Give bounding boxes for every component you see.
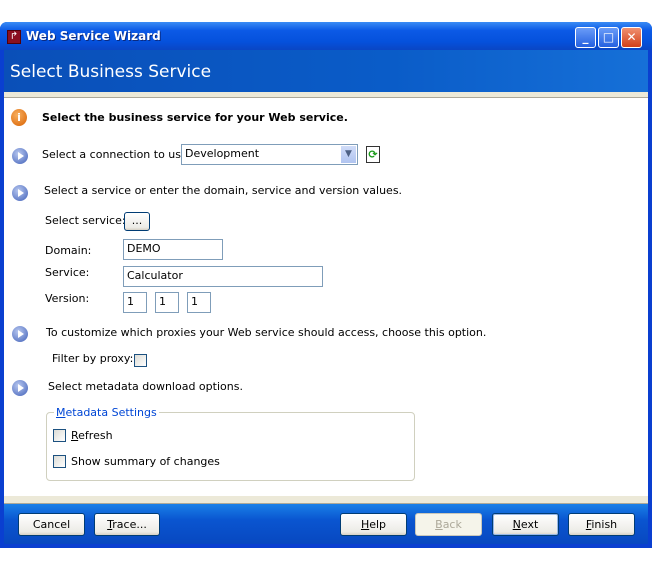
intro-text: Select the business service for your Web… [42,111,348,124]
maximize-button[interactable]: □ [598,27,619,48]
wizard-content: Select Business Service i Select the bus… [4,50,648,544]
metadata-settings-group [46,412,415,481]
show-summary-checkbox[interactable] [53,455,66,468]
divider [4,92,648,98]
domain-label: Domain: [45,244,92,257]
service-input[interactable]: Calculator [123,266,323,287]
version-patch-input[interactable]: 1 [187,292,211,313]
close-button[interactable]: ✕ [621,27,642,48]
next-button[interactable]: Next [492,513,559,536]
step-arrow-icon [12,326,28,342]
metadata-group-label: Metadata Settings [54,406,159,419]
cancel-button[interactable]: Cancel [18,513,85,536]
step-arrow-icon [12,380,28,396]
minimize-button[interactable]: _ [575,27,596,48]
metadata-section-label: Select metadata download options. [48,380,243,393]
version-major-input[interactable]: 1 [123,292,147,313]
connection-select[interactable]: Development ▼ [181,144,358,165]
connection-label: Select a connection to use. [42,148,192,161]
refresh-connection-icon[interactable]: ⟳ [366,146,380,163]
connection-value: Development [185,147,260,160]
step-arrow-icon [12,148,28,164]
app-icon: ↱ [7,30,21,44]
chevron-down-icon[interactable]: ▼ [341,146,356,163]
maximize-icon: □ [602,30,615,44]
service-section-label: Select a service or enter the domain, se… [44,184,403,197]
minimize-icon: _ [582,30,589,44]
back-button[interactable]: Back [415,513,482,536]
title-bar[interactable]: ↱ Web Service Wizard _ □ ✕ [0,22,652,50]
finish-button[interactable]: Finish [568,513,635,536]
page-title: Select Business Service [10,62,212,82]
version-label: Version: [45,292,90,305]
refresh-checkbox[interactable] [53,429,66,442]
filter-proxy-label: Filter by proxy: [52,352,134,365]
window-title: Web Service Wizard [26,29,161,43]
domain-input[interactable]: DEMO [123,239,223,260]
proxy-section-label: To customize which proxies your Web serv… [46,326,487,339]
select-service-label: Select service: [45,214,126,227]
trace-button[interactable]: Trace... [94,513,160,536]
refresh-label[interactable]: Refresh [71,429,113,442]
step-arrow-icon [12,185,28,201]
wizard-window: ↱ Web Service Wizard _ □ ✕ Select Busine… [0,22,652,548]
filter-proxy-checkbox[interactable] [134,354,147,367]
service-label: Service: [45,266,90,279]
close-icon: ✕ [626,30,637,44]
divider [4,496,648,504]
page-banner: Select Business Service [4,50,648,92]
info-icon: i [11,109,27,126]
button-bar: Cancel Trace... Help Back Next Finish [4,504,648,544]
show-summary-label[interactable]: Show summary of changes [71,455,220,468]
browse-service-button[interactable]: ... [124,212,150,231]
help-button[interactable]: Help [340,513,407,536]
version-minor-input[interactable]: 1 [155,292,179,313]
